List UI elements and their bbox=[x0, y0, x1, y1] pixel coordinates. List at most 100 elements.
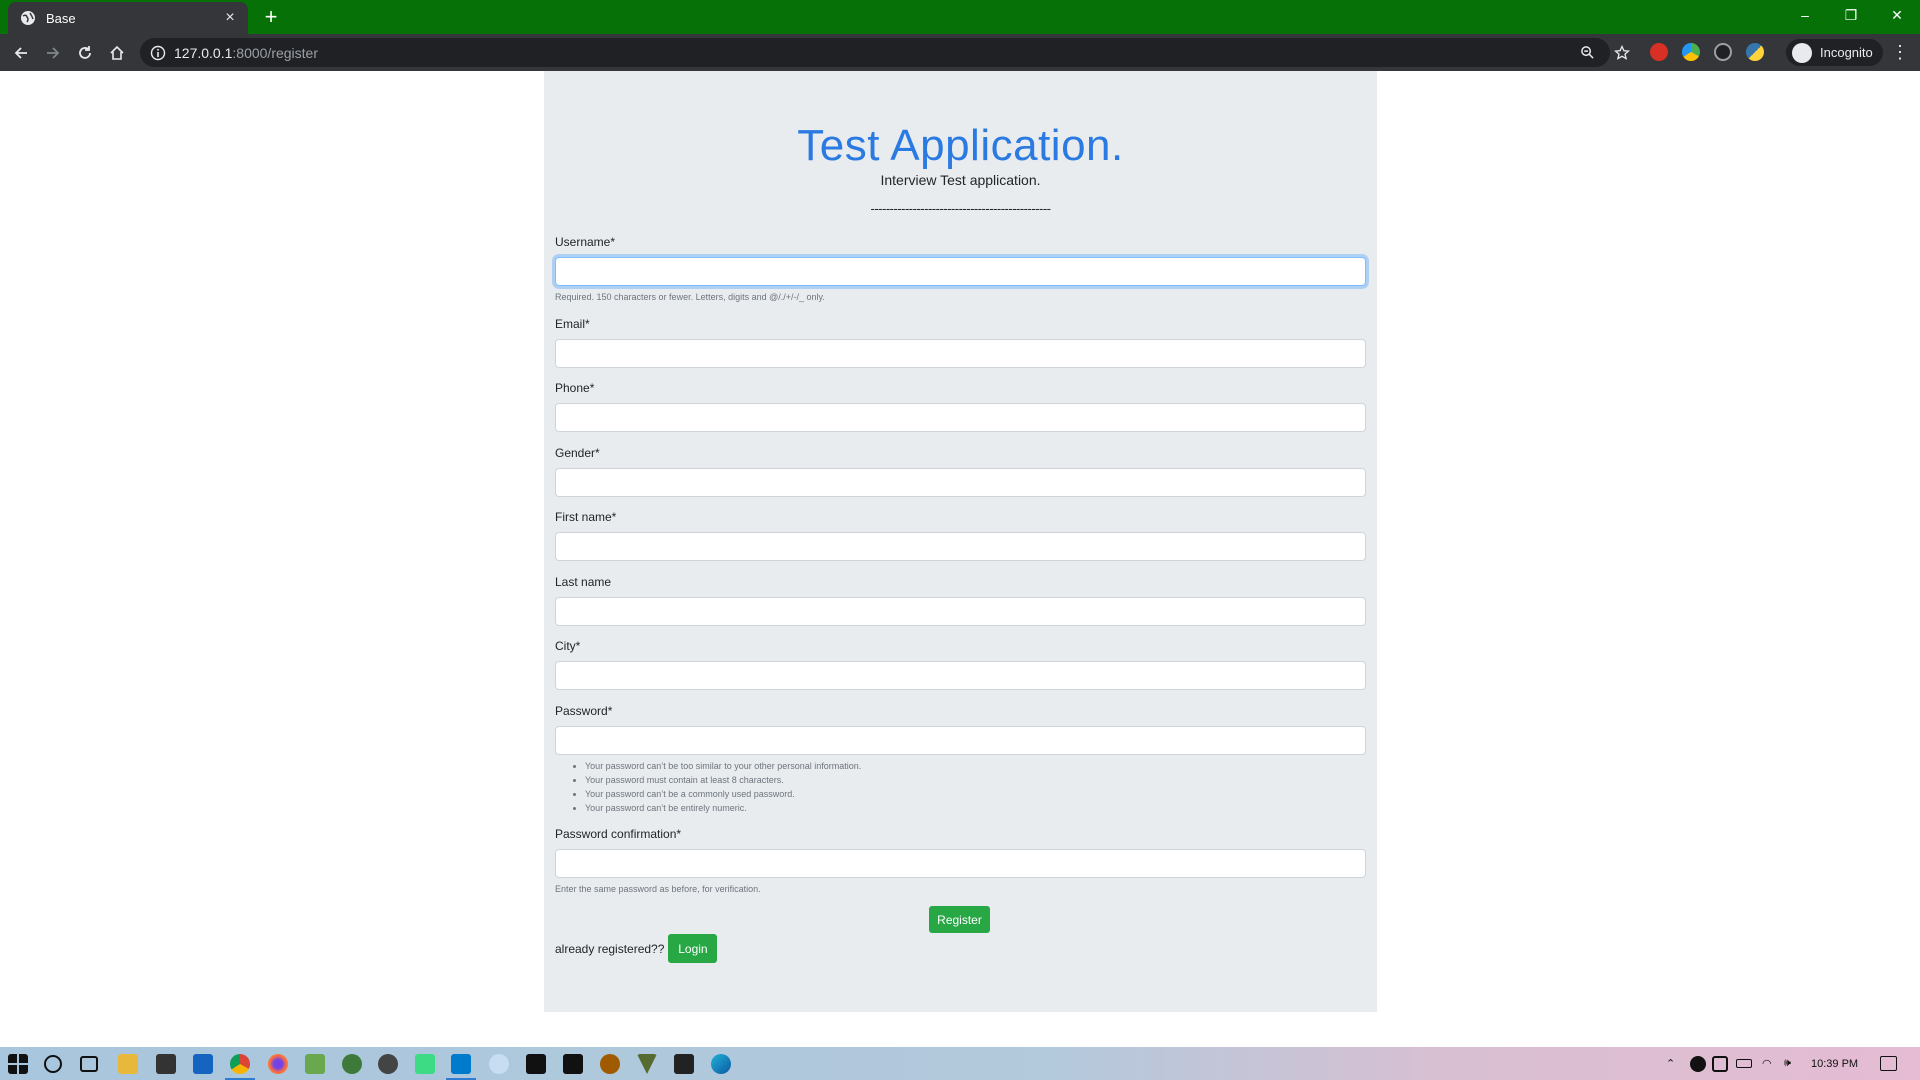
extension-red-icon[interactable] bbox=[1650, 43, 1668, 61]
tab-close-icon[interactable]: × bbox=[220, 9, 240, 27]
python-extension-icon[interactable] bbox=[1746, 43, 1764, 61]
password-input[interactable] bbox=[555, 726, 1366, 755]
first-name-group: First name* bbox=[555, 510, 1366, 561]
cortana-search-icon[interactable] bbox=[44, 1055, 62, 1073]
url-host: 127.0.0.1 bbox=[174, 44, 233, 61]
taskbar-clock[interactable]: 10:39 PM bbox=[1811, 1047, 1858, 1080]
username-input[interactable] bbox=[555, 257, 1366, 286]
minimize-button[interactable]: – bbox=[1782, 0, 1828, 30]
password-help-item: Your password can’t be entirely numeric. bbox=[585, 801, 1366, 815]
gender-group: Gender* bbox=[555, 446, 1366, 497]
username-help: Required. 150 characters or fewer. Lette… bbox=[555, 292, 825, 302]
phone-label: Phone* bbox=[555, 381, 595, 395]
store-icon[interactable] bbox=[156, 1054, 176, 1074]
app-orange-icon[interactable] bbox=[600, 1054, 620, 1074]
bookmark-star-icon[interactable] bbox=[1614, 38, 1630, 67]
windows-start-icon[interactable] bbox=[8, 1054, 28, 1074]
reload-button[interactable] bbox=[72, 40, 98, 66]
browser-toolbar: 127.0.0.1 :8000/register Incognito ⋮ bbox=[0, 34, 1920, 71]
app-circle-icon[interactable] bbox=[378, 1054, 398, 1074]
phone-input[interactable] bbox=[555, 403, 1366, 432]
register-button[interactable]: Register bbox=[929, 906, 990, 933]
home-icon bbox=[110, 45, 124, 60]
already-registered-text: already registered?? bbox=[555, 941, 665, 956]
arrow-left-icon bbox=[14, 47, 27, 59]
page-title: Test Application. bbox=[797, 121, 1124, 170]
city-group: City* bbox=[555, 639, 1366, 690]
login-row: already registered?? Login bbox=[555, 934, 718, 963]
task-view-icon[interactable] bbox=[80, 1056, 98, 1072]
email-input[interactable] bbox=[555, 339, 1366, 368]
app-green-icon[interactable] bbox=[305, 1054, 325, 1074]
maximize-button[interactable]: ❐ bbox=[1828, 0, 1874, 30]
arrow-right-icon bbox=[47, 47, 60, 59]
page-viewport: Test Application. Interview Test applica… bbox=[0, 71, 1920, 1047]
page-subtitle: Interview Test application. bbox=[880, 172, 1041, 188]
webstorm-icon[interactable] bbox=[563, 1054, 583, 1074]
tray-app-icon[interactable] bbox=[1690, 1056, 1706, 1072]
battery-icon[interactable] bbox=[1736, 1059, 1752, 1068]
vim-icon[interactable] bbox=[637, 1054, 657, 1074]
file-explorer-icon[interactable] bbox=[118, 1054, 138, 1074]
vscode-icon[interactable] bbox=[451, 1054, 471, 1074]
register-panel: Test Application. Interview Test applica… bbox=[544, 71, 1377, 1012]
pycharm-icon[interactable] bbox=[526, 1054, 546, 1074]
info-icon[interactable] bbox=[150, 45, 166, 61]
gender-label: Gender* bbox=[555, 446, 600, 460]
last-name-label: Last name bbox=[555, 575, 612, 589]
password-confirmation-group: Password confirmation* Enter the same pa… bbox=[555, 827, 1366, 894]
password-help-item: Your password must contain at least 8 ch… bbox=[585, 773, 1366, 787]
incognito-profile-button[interactable]: Incognito bbox=[1786, 39, 1883, 66]
windows-taskbar: ⌃ ◠ 🕪 10:39 PM bbox=[0, 1047, 1920, 1080]
last-name-input[interactable] bbox=[555, 597, 1366, 626]
password-help-item: Your password can’t be a commonly used p… bbox=[585, 787, 1366, 801]
app-keyboard-icon[interactable] bbox=[674, 1054, 694, 1074]
password-label: Password* bbox=[555, 704, 613, 718]
tray-shield-icon[interactable] bbox=[1712, 1056, 1728, 1072]
volume-icon[interactable]: 🕪 bbox=[1784, 1047, 1791, 1080]
wifi-icon[interactable]: ◠ bbox=[1762, 1047, 1772, 1080]
password-confirmation-input[interactable] bbox=[555, 849, 1366, 878]
edge-icon[interactable] bbox=[711, 1054, 731, 1074]
password-group: Password* Your password can’t be too sim… bbox=[555, 704, 1366, 815]
close-window-button[interactable]: ✕ bbox=[1874, 0, 1920, 30]
forward-button[interactable] bbox=[40, 40, 66, 66]
notification-center-icon[interactable] bbox=[1880, 1056, 1897, 1071]
app-light-icon[interactable] bbox=[489, 1054, 509, 1074]
browser-tab-bar: Base × + – ❐ ✕ bbox=[0, 0, 1920, 34]
city-label: City* bbox=[555, 639, 581, 653]
password-confirmation-help: Enter the same password as before, for v… bbox=[555, 884, 761, 894]
password-help-list: Your password can’t be too similar to yo… bbox=[555, 759, 1366, 815]
url-path: :8000/register bbox=[232, 44, 318, 61]
email-label: Email* bbox=[555, 317, 590, 331]
dashed-divider: ----------------------------------------… bbox=[870, 201, 1051, 216]
app-android-icon[interactable] bbox=[415, 1054, 435, 1074]
first-name-label: First name* bbox=[555, 510, 617, 524]
phone-group: Phone* bbox=[555, 381, 1366, 432]
address-bar[interactable]: 127.0.0.1 :8000/register bbox=[140, 38, 1630, 67]
reload-icon bbox=[79, 46, 91, 59]
home-button[interactable] bbox=[104, 40, 130, 66]
app-leaf-icon[interactable] bbox=[342, 1054, 362, 1074]
extension-multicolor-icon[interactable] bbox=[1682, 43, 1700, 61]
new-tab-button[interactable]: + bbox=[258, 4, 284, 30]
browser-tab[interactable]: Base × bbox=[8, 2, 248, 34]
gender-input[interactable] bbox=[555, 468, 1366, 497]
browser-menu-icon[interactable]: ⋮ bbox=[1890, 42, 1910, 62]
extension-dark-icon[interactable] bbox=[1714, 43, 1732, 61]
username-group: Username* Required. 150 characters or fe… bbox=[555, 235, 1366, 302]
mail-icon[interactable] bbox=[193, 1054, 213, 1074]
chrome-icon[interactable] bbox=[230, 1054, 250, 1074]
username-label: Username* bbox=[555, 235, 616, 249]
zoom-icon[interactable] bbox=[1580, 38, 1595, 67]
tray-chevron-icon[interactable]: ⌃ bbox=[1666, 1047, 1675, 1080]
password-help-item: Your password can’t be too similar to yo… bbox=[585, 759, 1366, 773]
tab-title: Base bbox=[46, 10, 76, 26]
login-button[interactable]: Login bbox=[668, 934, 718, 963]
city-input[interactable] bbox=[555, 661, 1366, 690]
first-name-input[interactable] bbox=[555, 532, 1366, 561]
firefox-icon[interactable] bbox=[268, 1054, 288, 1074]
globe-icon bbox=[21, 11, 35, 25]
back-button[interactable] bbox=[8, 40, 34, 66]
incognito-icon bbox=[1792, 42, 1812, 63]
